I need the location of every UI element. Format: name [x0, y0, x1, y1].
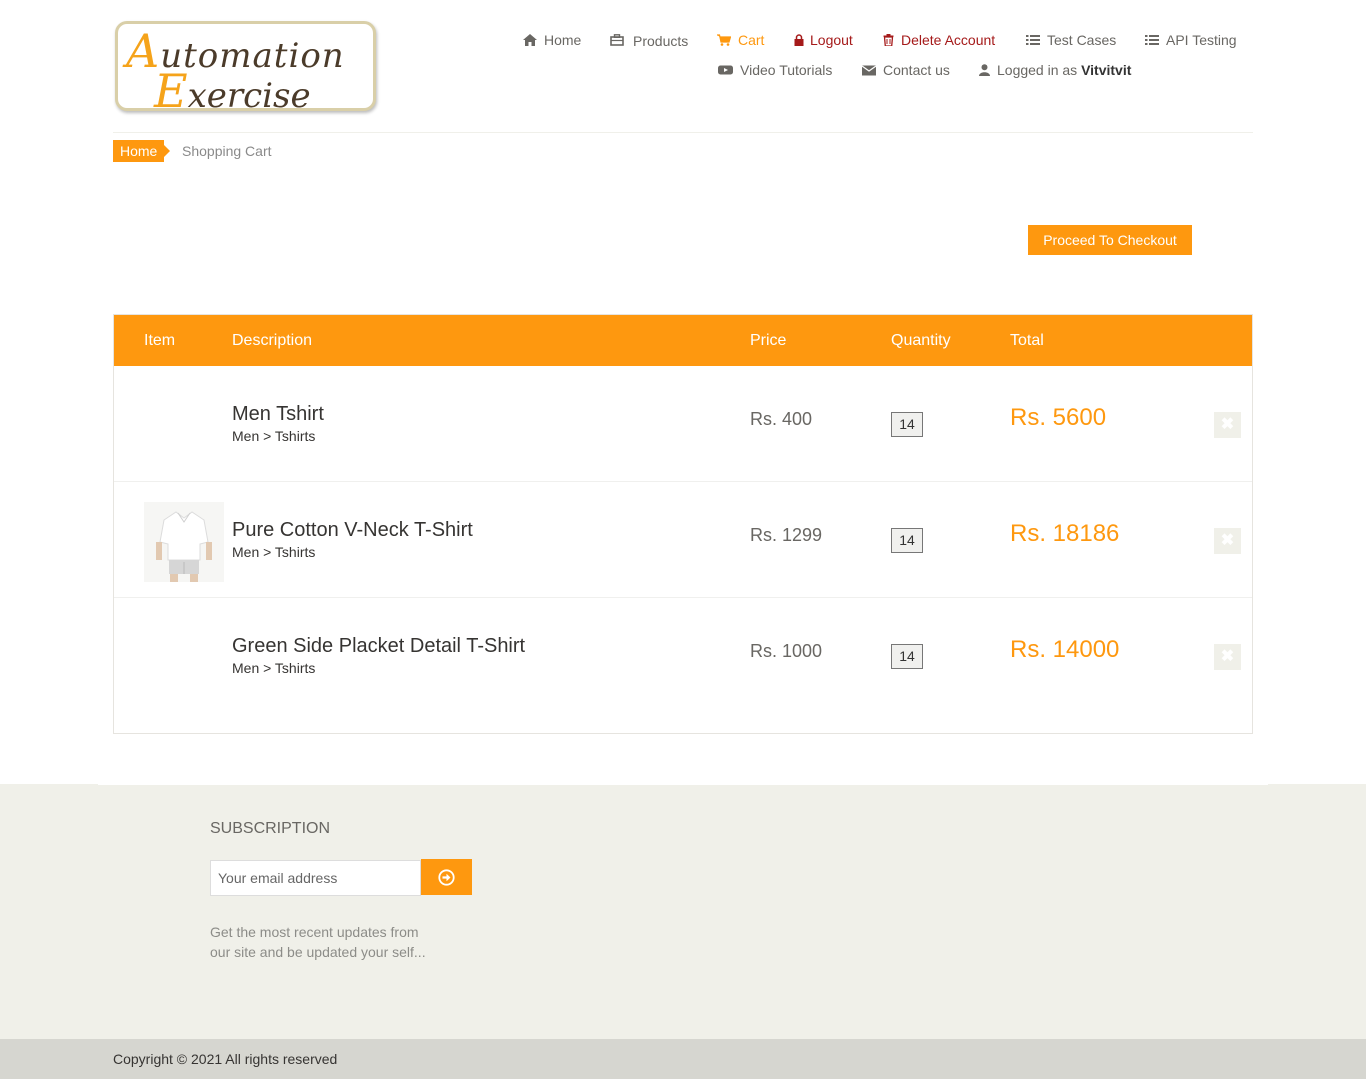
user-icon — [979, 64, 990, 76]
product-name[interactable]: Pure Cotton V-Neck T-Shirt — [232, 519, 473, 542]
product-total: Rs. 5600 — [1010, 404, 1107, 431]
delete-item-button[interactable]: ✖ — [1214, 644, 1241, 670]
nav-contact-us-label: Contact us — [883, 62, 950, 78]
lock-icon — [794, 34, 804, 46]
product-price: Rs. 1000 — [750, 641, 823, 661]
product-quantity: 14 — [891, 412, 923, 437]
products-icon — [610, 34, 624, 46]
product-total: Rs. 14000 — [1010, 636, 1120, 663]
nav-api-testing-label: API Testing — [1166, 32, 1237, 48]
nav-home-label: Home — [544, 32, 582, 48]
nav-delete-account[interactable]: Delete Account — [883, 32, 995, 48]
nav-logged-in-as[interactable]: Logged in as Vitvitvit — [979, 62, 1131, 78]
product-name[interactable]: Green Side Placket Detail T-Shirt — [232, 635, 525, 658]
product-price: Rs. 400 — [750, 409, 813, 429]
youtube-icon — [718, 65, 733, 75]
trash-icon — [883, 34, 894, 46]
home-icon — [523, 34, 537, 46]
product-total: Rs. 18186 — [1010, 520, 1120, 547]
cart-row: Men Tshirt Men > Tshirts Rs. 400 14 Rs. … — [114, 366, 1252, 482]
cart-row: Green Side Placket Detail T-Shirt Men > … — [114, 598, 1252, 714]
breadcrumb-current: Shopping Cart — [182, 143, 272, 159]
cart-table-header: Item Description Price Quantity Total — [114, 315, 1252, 366]
header-price: Price — [750, 332, 787, 349]
cart-table: Item Description Price Quantity Total Me… — [113, 314, 1253, 734]
header-description: Description — [232, 332, 313, 349]
nav-cart[interactable]: Cart — [717, 32, 764, 48]
subscription-note: Get the most recent updates from our sit… — [210, 924, 426, 960]
subscription-title: SUBSCRIPTION — [210, 820, 331, 837]
header-quantity: Quantity — [891, 332, 951, 349]
list-icon — [1145, 35, 1159, 45]
arrow-circle-right-icon — [438, 868, 455, 886]
delete-item-button[interactable]: ✖ — [1214, 528, 1241, 554]
footer-widget — [0, 784, 1366, 1039]
envelope-icon — [862, 65, 876, 76]
product-category: Men > Tshirts — [232, 544, 316, 560]
subscribe-email-input[interactable] — [210, 860, 421, 896]
nav-cart-label: Cart — [738, 32, 765, 48]
product-image[interactable] — [144, 502, 224, 582]
header-total: Total — [1010, 332, 1044, 349]
product-name[interactable]: Men Tshirt — [232, 403, 324, 426]
product-quantity: 14 — [891, 644, 923, 669]
logged-in-username: Vitvitvit — [1081, 62, 1132, 78]
nav-video-tutorials-label: Video Tutorials — [740, 62, 833, 78]
nav-products-label: Products — [633, 33, 689, 49]
footer-divider — [98, 784, 1268, 785]
list-icon — [1026, 35, 1040, 45]
nav-video-tutorials[interactable]: Video Tutorials — [718, 62, 832, 78]
copyright-text: Copyright © 2021 All rights reserved — [113, 1051, 338, 1067]
header-divider — [113, 132, 1253, 133]
nav-api-testing[interactable]: API Testing — [1145, 32, 1237, 48]
breadcrumb-home[interactable]: Home — [113, 140, 170, 162]
header-item: Item — [144, 332, 176, 349]
tshirt-image — [144, 502, 224, 582]
nav-test-cases[interactable]: Test Cases — [1026, 32, 1116, 48]
site-logo[interactable]: Automation Exercise — [115, 21, 376, 118]
delete-item-button[interactable]: ✖ — [1214, 412, 1241, 438]
nav-logout-label: Logout — [810, 32, 853, 48]
product-category: Men > Tshirts — [232, 428, 316, 444]
product-category: Men > Tshirts — [232, 660, 316, 676]
logged-in-prefix: Logged in as — [997, 62, 1078, 78]
nav-logout[interactable]: Logout — [794, 32, 853, 48]
cart-row: Pure Cotton V-Neck T-Shirt Men > Tshirts… — [114, 482, 1252, 598]
nav-contact-us[interactable]: Contact us — [862, 62, 950, 78]
proceed-to-checkout-button[interactable]: Proceed To Checkout — [1028, 225, 1192, 255]
product-quantity: 14 — [891, 528, 923, 553]
subscribe-button[interactable] — [421, 859, 472, 895]
product-price: Rs. 1299 — [750, 525, 823, 545]
cart-icon — [717, 34, 731, 46]
nav-delete-account-label: Delete Account — [901, 32, 996, 48]
nav-products[interactable]: Products — [610, 32, 689, 49]
nav-home[interactable]: Home — [523, 32, 581, 48]
nav-test-cases-label: Test Cases — [1047, 32, 1117, 48]
logo-line2: Exercise — [154, 64, 311, 118]
